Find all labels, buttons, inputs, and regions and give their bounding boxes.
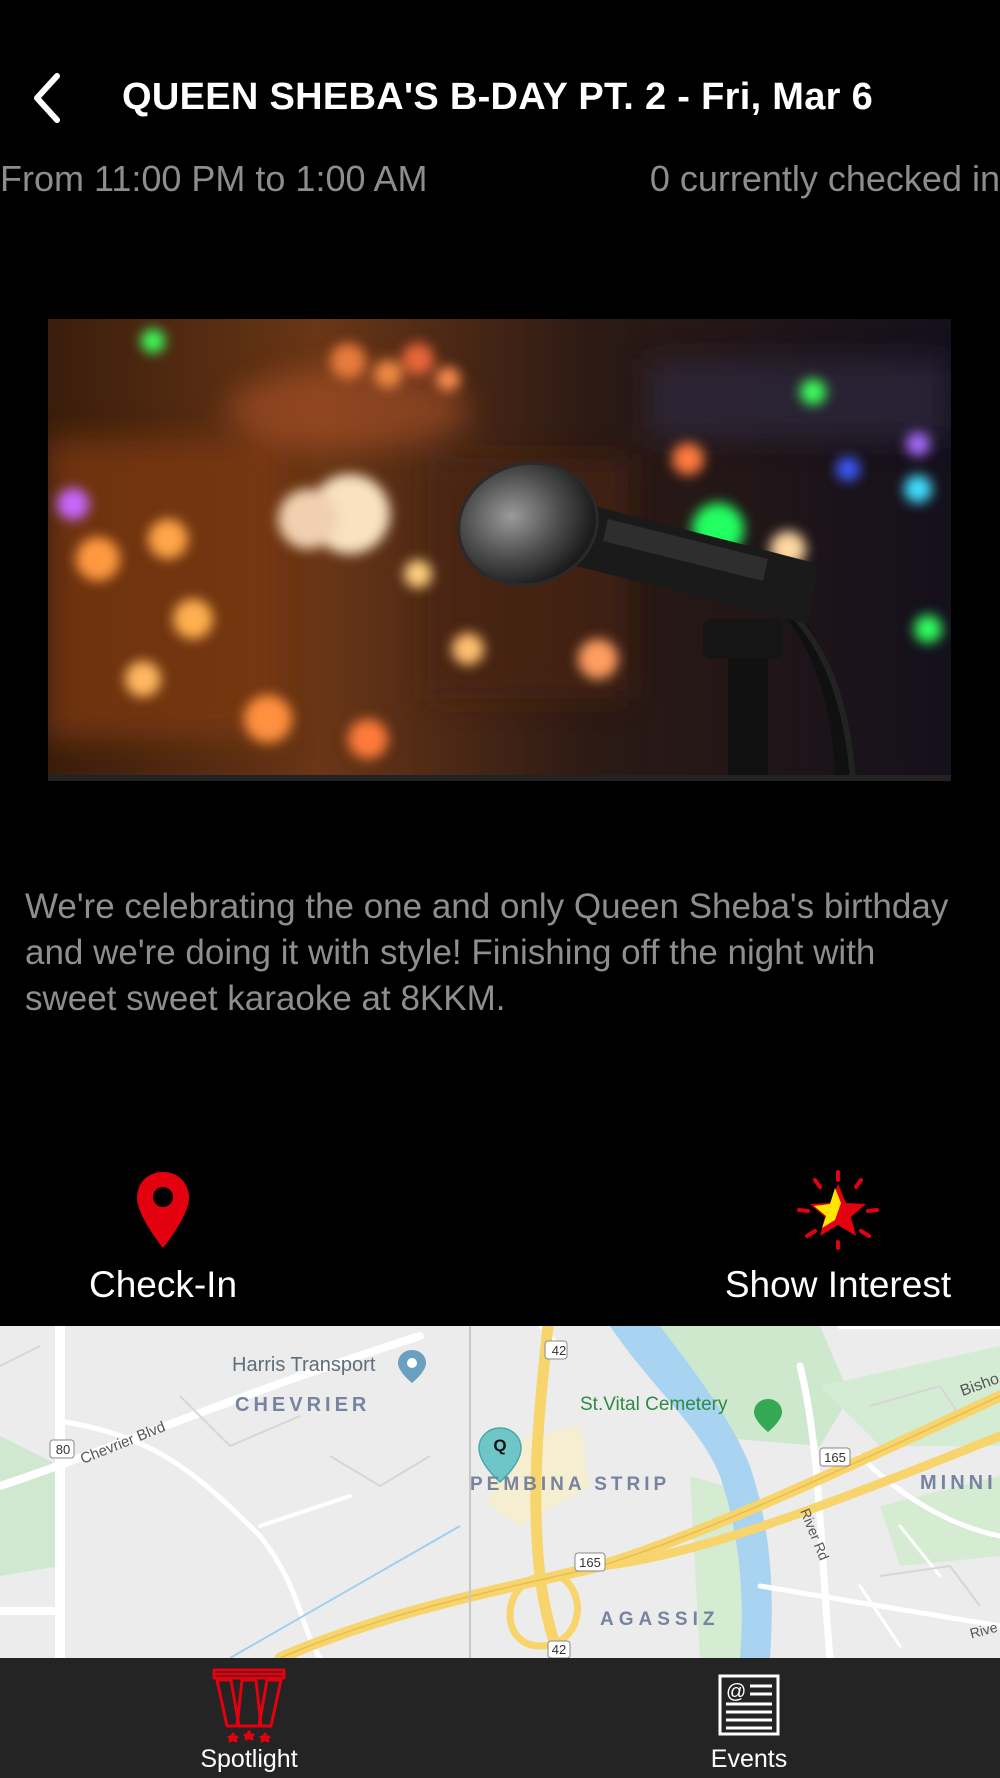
svg-text:@: @ [726, 1681, 746, 1703]
map-label-harris: Harris Transport [232, 1354, 376, 1376]
header-bar: QUEEN SHEBA'S B-DAY PT. 2 - Fri, Mar 6 [0, 60, 1000, 140]
map-pin-icon [137, 1172, 189, 1248]
show-interest-label: Show Interest [724, 1264, 952, 1305]
tab-events[interactable]: @ Events [639, 1658, 859, 1778]
show-interest-button[interactable]: Show Interest [712, 1170, 964, 1306]
back-button[interactable] [22, 68, 72, 128]
checked-in-count: 0 currently checked in [649, 158, 1000, 199]
route-42-bottom: 42 [551, 1642, 567, 1657]
map-pin-letter: Q [493, 1436, 507, 1455]
newspaper-icon: @ [718, 1674, 780, 1736]
map-label-chevrier: CHEVRIER [235, 1394, 371, 1416]
tab-spotlight[interactable]: Spotlight [139, 1658, 359, 1778]
checkin-label: Check-In [88, 1264, 238, 1305]
map-label-agassiz: AGASSIZ [600, 1609, 720, 1630]
route-165-left: 165 [579, 1555, 601, 1570]
map-label-minni: MINNI [920, 1472, 997, 1494]
route-42-top: 42 [551, 1343, 567, 1358]
tab-events-label: Events [710, 1745, 788, 1773]
star-burst-icon [797, 1170, 879, 1250]
page-title: QUEEN SHEBA'S B-DAY PT. 2 - Fri, Mar 6 [122, 76, 874, 118]
spotlight-icon [212, 1668, 286, 1743]
chevron-left-icon [34, 73, 60, 123]
event-description: We're celebrating the one and only Queen… [25, 887, 949, 1018]
event-image [48, 319, 951, 781]
location-map[interactable]: Harris Transport CHEVRIER Chevrier Blvd … [0, 1326, 1000, 1658]
map-label-pembina: PEMBINA STRIP [470, 1474, 671, 1495]
event-time-range: From 11:00 PM to 1:00 AM [0, 158, 428, 199]
route-80: 80 [55, 1442, 71, 1457]
checkin-button[interactable]: Check-In [58, 1170, 268, 1306]
map-label-cemetery: St.Vital Cemetery [580, 1394, 728, 1415]
route-165-right: 165 [824, 1450, 846, 1465]
tab-spotlight-label: Spotlight [200, 1745, 298, 1773]
tab-bar: Spotlight @ Events [0, 1658, 1000, 1778]
